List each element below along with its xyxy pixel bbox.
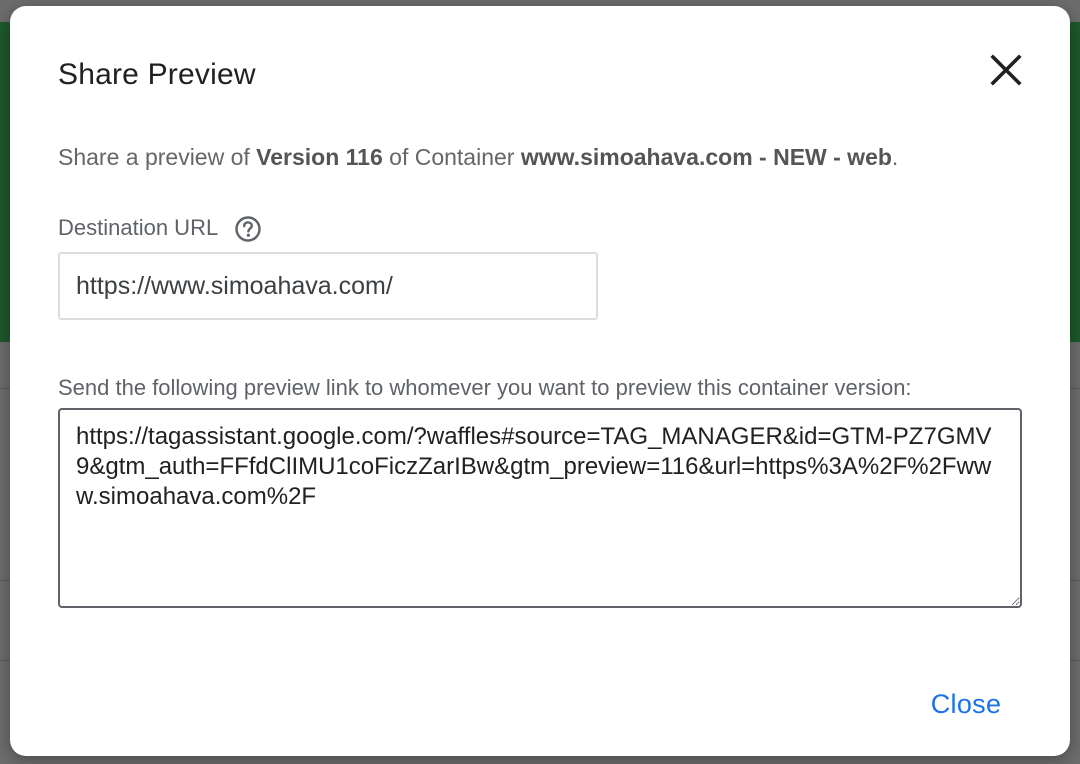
share-preview-dialog: Share Preview Share a preview of Version… <box>10 6 1070 756</box>
destination-url-input[interactable] <box>58 252 598 320</box>
dialog-description: Share a preview of Version 116 of Contai… <box>58 144 898 171</box>
description-suffix: . <box>891 144 899 170</box>
destination-url-label-row: Destination URL <box>58 213 262 243</box>
close-icon <box>990 54 1022 86</box>
preview-link-textarea[interactable]: https://tagassistant.google.com/?waffles… <box>58 408 1022 608</box>
preview-link-label: Send the following preview link to whome… <box>58 375 912 400</box>
dialog-title: Share Preview <box>58 58 256 91</box>
container-name: www.simoahava.com - NEW - web <box>520 144 892 170</box>
description-prefix: Share a preview of <box>58 144 257 170</box>
description-middle: of Container <box>382 144 521 170</box>
help-icon[interactable] <box>234 215 262 243</box>
version-name: Version 116 <box>256 144 383 170</box>
close-button[interactable]: Close <box>916 682 1016 726</box>
destination-url-label: Destination URL <box>58 215 219 240</box>
close-dialog-button[interactable] <box>988 52 1024 88</box>
